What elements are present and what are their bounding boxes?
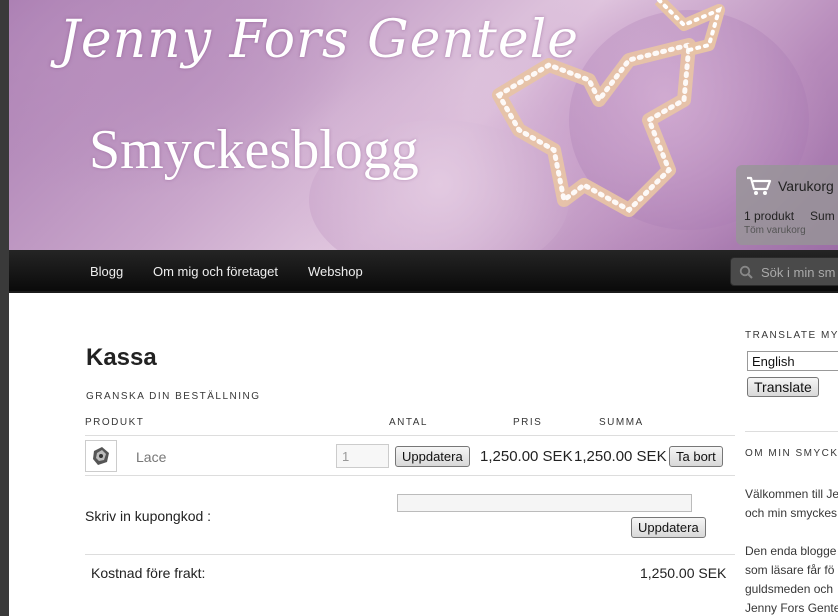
page-title: Kassa (86, 344, 157, 371)
about-text-line: Den enda blogge (745, 544, 837, 558)
coupon-input[interactable] (397, 494, 692, 512)
main-nav: Blogg Om mig och företaget Webshop Sök i… (9, 250, 838, 293)
shopping-cart-icon (747, 176, 772, 195)
site-title-script[interactable]: Jenny Fors Gentele (59, 10, 579, 70)
quantity-input[interactable] (336, 444, 389, 468)
about-text-line: som läsare får fö (745, 563, 835, 577)
divider (85, 475, 735, 476)
nav-item-about[interactable]: Om mig och företaget (153, 264, 278, 279)
about-widget-title: OM MIN SMYCKE (745, 448, 838, 459)
update-quantity-button[interactable]: Uppdatera (395, 446, 470, 467)
col-header-quantity: ANTAL (389, 417, 428, 428)
about-text-line: Jenny Fors Gente (745, 601, 838, 615)
product-name[interactable]: Lace (136, 449, 166, 465)
translate-widget-title: TRANSLATE MY (745, 330, 838, 341)
empty-cart-link[interactable]: Töm varukorg (744, 225, 806, 236)
cart-sum-label: Sum (810, 209, 835, 223)
cart-count: 1 produkt (744, 209, 795, 223)
site-title-blog[interactable]: Smyckesblogg (89, 118, 419, 182)
remove-button[interactable]: Ta bort (669, 446, 723, 467)
page: Jenny Fors Gentele Smyckesblogg Varukorg… (9, 0, 838, 616)
about-text-line: Välkommen till Je (745, 487, 838, 501)
coupon-label: Skriv in kupongkod : (85, 508, 212, 524)
cart-widget[interactable]: Varukorg 1 produkt Sum Töm varukorg (736, 165, 838, 245)
product-sum: 1,250.00 SEK (574, 448, 667, 465)
search-placeholder: Sök i min sm (761, 265, 836, 280)
subtotal-value: 1,250.00 SEK (640, 565, 727, 581)
col-header-price: PRIS (513, 417, 543, 428)
divider (85, 435, 735, 436)
subtotal-label: Kostnad före frakt: (91, 565, 206, 581)
product-price: 1,250.00 SEK (480, 448, 573, 465)
col-header-product: PRODUKT (85, 417, 145, 428)
product-thumbnail[interactable] (85, 440, 117, 472)
ring-icon (93, 447, 109, 465)
review-heading: GRANSKA DIN BESTÄLLNING (86, 391, 261, 402)
divider (85, 554, 735, 555)
cart-title[interactable]: Varukorg (778, 178, 834, 194)
search-icon (739, 265, 753, 279)
nav-item-webshop[interactable]: Webshop (308, 264, 363, 279)
header-banner[interactable]: Jenny Fors Gentele Smyckesblogg (9, 0, 838, 250)
divider (745, 431, 838, 432)
coupon-update-button[interactable]: Uppdatera (631, 517, 706, 538)
about-text-line: guldsmeden och (745, 582, 834, 596)
nav-item-blogg[interactable]: Blogg (90, 264, 123, 279)
about-text-line: och min smyckes (745, 506, 838, 520)
language-select[interactable]: English (747, 351, 838, 371)
translate-button[interactable]: Translate (747, 377, 819, 397)
search-input[interactable]: Sök i min sm (730, 257, 838, 286)
col-header-sum: SUMMA (599, 417, 644, 428)
